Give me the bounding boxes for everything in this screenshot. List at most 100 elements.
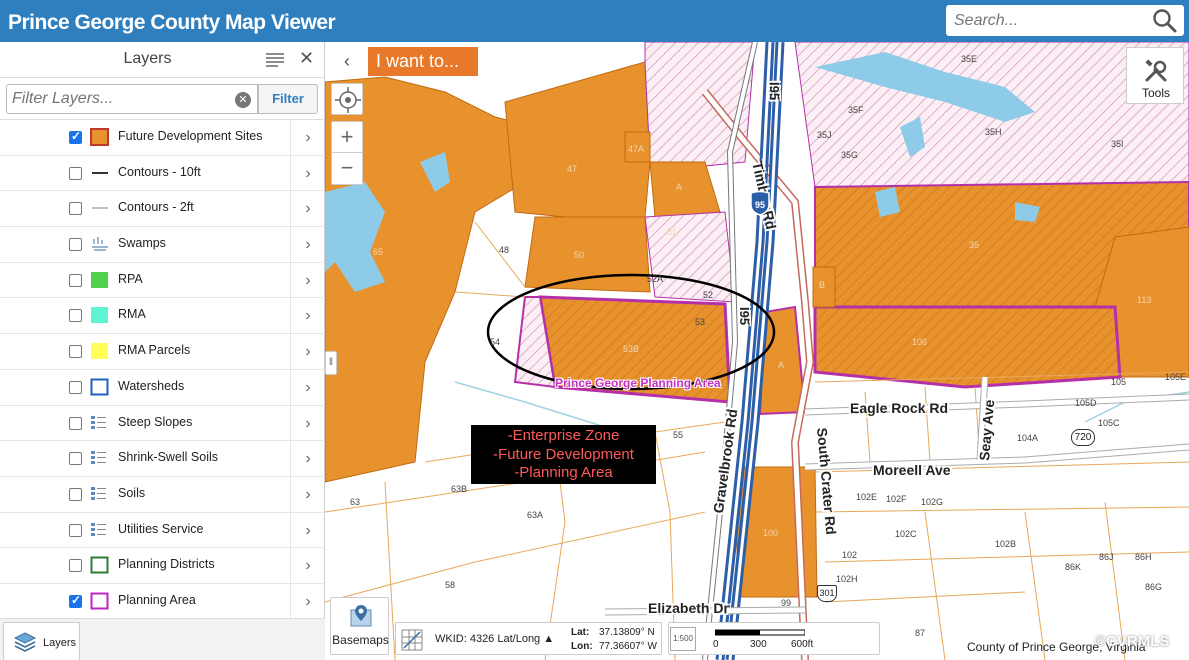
- i-want-to-button[interactable]: I want to...: [368, 47, 478, 76]
- chevron-right-icon[interactable]: ›: [290, 227, 325, 263]
- parcel-label: A: [676, 182, 683, 192]
- basemaps-button[interactable]: Basemaps: [330, 597, 389, 655]
- layer-row[interactable]: Steep Slopes ›: [0, 405, 325, 442]
- layer-checkbox[interactable]: [69, 559, 82, 573]
- filter-layers-input[interactable]: [6, 84, 258, 114]
- parcel-label: 35I: [1111, 139, 1124, 149]
- search-box[interactable]: [946, 5, 1184, 36]
- parcel-label: 35J: [817, 130, 832, 140]
- search-icon[interactable]: [1152, 8, 1178, 34]
- chevron-right-icon[interactable]: ›: [290, 262, 325, 298]
- chevron-right-icon[interactable]: ›: [290, 155, 325, 191]
- chevron-right-icon[interactable]: ›: [290, 369, 325, 405]
- layer-checkbox[interactable]: [69, 593, 82, 608]
- parcel-label: 35H: [985, 127, 1002, 137]
- parcel-label: 48: [499, 245, 510, 255]
- chevron-right-icon[interactable]: ›: [290, 191, 325, 227]
- parcel-label: 47A: [628, 144, 645, 154]
- planning-area-label: Prince George Planning Area: [555, 376, 721, 390]
- parcel-label: 53: [695, 317, 706, 327]
- parcel-label: 47: [567, 164, 578, 174]
- layer-checkbox[interactable]: [69, 273, 82, 287]
- map-view[interactable]: Timber Rd I95 I95 Gravelbrook Rd South C…: [325, 42, 1189, 660]
- close-icon[interactable]: ✕: [299, 48, 314, 69]
- road-i95-top: I95: [767, 82, 782, 101]
- zoom-out-button[interactable]: −: [332, 153, 362, 184]
- chevron-right-icon[interactable]: ›: [290, 512, 325, 548]
- chevron-right-icon[interactable]: ›: [290, 334, 325, 370]
- chevron-right-icon[interactable]: ›: [290, 298, 325, 334]
- road-i95-mid: I95: [737, 307, 752, 326]
- chevron-right-icon[interactable]: ›: [290, 441, 325, 477]
- parcel-label: 86J: [1099, 552, 1114, 562]
- parcel-label: 63B: [451, 484, 468, 494]
- panel-resize-handle[interactable]: ‖: [325, 351, 337, 375]
- zoom-in-button[interactable]: +: [332, 122, 362, 153]
- layer-checkbox[interactable]: [69, 487, 82, 501]
- search-input[interactable]: [946, 5, 1146, 36]
- scale-ratio-icon[interactable]: 1:500: [670, 627, 696, 651]
- layer-row[interactable]: Swamps ›: [0, 227, 325, 263]
- chevron-right-icon[interactable]: ›: [290, 548, 325, 584]
- parcel-label: 35: [969, 240, 980, 250]
- wkid-dropdown[interactable]: WKID: 4326 Lat/Long ▲: [435, 633, 554, 645]
- filter-button[interactable]: Filter: [258, 84, 318, 114]
- layer-checkbox[interactable]: [69, 309, 82, 323]
- layer-checkbox[interactable]: [69, 238, 82, 252]
- locate-button[interactable]: [331, 83, 363, 115]
- lat-value: 37.13809° N: [599, 627, 655, 638]
- layer-checkbox[interactable]: [69, 345, 82, 359]
- layer-row[interactable]: Soils ›: [0, 476, 325, 513]
- layer-row[interactable]: RPA ›: [0, 262, 325, 299]
- chevron-right-icon[interactable]: ›: [290, 120, 325, 155]
- layer-row[interactable]: Future Development Sites ›: [0, 120, 325, 156]
- layer-row[interactable]: Utilities Service ›: [0, 512, 325, 549]
- parcel-label: 105C: [1098, 418, 1120, 428]
- layer-checkbox[interactable]: [69, 202, 82, 216]
- scale-label-300: 300: [750, 639, 767, 650]
- layer-label: RMA: [118, 307, 146, 322]
- layer-row[interactable]: Contours - 10ft ›: [0, 155, 325, 192]
- lon-value: 77.36607° W: [599, 641, 657, 652]
- dark-line-icon: [90, 164, 110, 182]
- zoom-control: + −: [331, 121, 363, 185]
- watermark-text: ©CVRMLS: [1095, 633, 1170, 650]
- parcel-label: 100: [763, 528, 779, 538]
- layer-checkbox[interactable]: [69, 452, 82, 466]
- layer-checkbox[interactable]: [69, 416, 82, 430]
- parcel-label: 55: [673, 430, 684, 440]
- map-canvas[interactable]: [325, 42, 1189, 660]
- chevron-right-icon[interactable]: ›: [290, 583, 325, 619]
- layer-label: Future Development Sites: [118, 129, 263, 143]
- layer-row[interactable]: RMA Parcels ›: [0, 334, 325, 370]
- layer-row[interactable]: Contours - 2ft ›: [0, 191, 325, 228]
- tools-button[interactable]: Tools: [1126, 47, 1184, 104]
- chevron-right-icon[interactable]: ›: [290, 405, 325, 441]
- tools-wrench-icon: [1145, 59, 1167, 82]
- layer-row[interactable]: Watersheds ›: [0, 369, 325, 406]
- aqua-square-icon: [90, 306, 110, 324]
- layer-row[interactable]: Planning Area ›: [0, 583, 325, 620]
- scale-bar: 1:500 0 300 600ft: [668, 622, 880, 655]
- coordinate-bar: WKID: 4326 Lat/Long ▲ Lat: 37.13809° N L…: [395, 622, 662, 655]
- chevron-right-icon[interactable]: ›: [290, 476, 325, 512]
- parcel-label: 63: [350, 497, 361, 507]
- layer-checkbox[interactable]: [69, 523, 82, 537]
- layer-row[interactable]: Planning Districts ›: [0, 548, 325, 584]
- layer-label: Contours - 2ft: [118, 200, 194, 215]
- parcel-label: 54: [490, 337, 501, 347]
- layer-row[interactable]: Shrink-Swell Soils ›: [0, 441, 325, 477]
- layers-tab[interactable]: Layers: [3, 622, 80, 660]
- layer-row[interactable]: RMA ›: [0, 298, 325, 335]
- green-square-icon: [90, 271, 110, 289]
- collapse-panel-button[interactable]: ‹: [331, 47, 363, 77]
- layer-checkbox[interactable]: [69, 380, 82, 394]
- orange-square-icon: [90, 128, 110, 146]
- clear-filter-icon[interactable]: ✕: [235, 92, 251, 108]
- layer-checkbox[interactable]: [69, 166, 82, 180]
- layer-checkbox[interactable]: [69, 129, 82, 144]
- annotation-line-1: -Enterprise Zone: [507, 427, 620, 444]
- crosshair-icon: [335, 87, 361, 113]
- menu-lines-icon[interactable]: [266, 53, 284, 67]
- parcel-label: 52: [703, 290, 714, 300]
